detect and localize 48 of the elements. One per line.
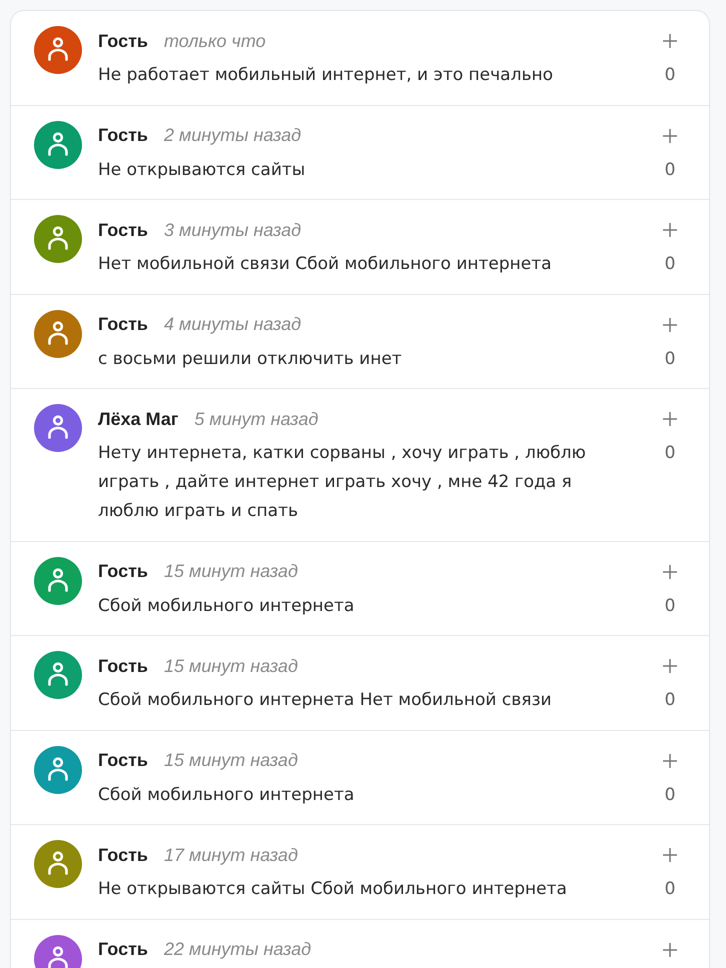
plus-icon[interactable] bbox=[663, 754, 677, 768]
vote-count: 0 bbox=[664, 594, 676, 618]
comment-text: Сбой мобильного интернета Нет мобильной связи bbox=[98, 689, 553, 712]
plus-icon[interactable] bbox=[663, 659, 677, 673]
comment-time: 3 минуты назад bbox=[164, 220, 302, 240]
comment-time: 22 минуты назад bbox=[164, 939, 312, 960]
plus-icon[interactable] bbox=[663, 34, 677, 48]
plus-icon[interactable] bbox=[663, 128, 677, 142]
comment-text: Не открываются сайты Сбой мобильного интернета bbox=[98, 878, 568, 901]
comment-time: 4 минуты назад bbox=[164, 314, 302, 335]
author-name: Лёха Маг bbox=[98, 408, 178, 430]
comment-time: 15 минут назад bbox=[164, 561, 298, 582]
comment-text: Нету интернета, катки сорваны , хочу играть , люблю играть , дайте интернет играть хочу , мне 42 года я люблю играть и спать bbox=[98, 442, 587, 523]
plus-icon[interactable] bbox=[663, 564, 677, 578]
plus-icon[interactable] bbox=[663, 318, 677, 332]
author-name: Гость bbox=[98, 561, 148, 582]
vote-count: 0 bbox=[664, 64, 676, 87]
comment-text: Нет мобильной связи Сбой мобильного интернета bbox=[98, 253, 553, 276]
comment-time: 2 минуты назад bbox=[164, 125, 302, 146]
author-name: Гость bbox=[98, 125, 148, 146]
plus-icon[interactable] bbox=[663, 848, 677, 862]
comment-time: 5 минут назад bbox=[194, 408, 318, 430]
author-name: Гость bbox=[98, 30, 148, 52]
author-name: Гость bbox=[98, 656, 148, 676]
comment-text: Не работает мобильный интернет, и это печально bbox=[98, 64, 554, 87]
vote-count: 0 bbox=[664, 158, 676, 182]
comment-text: с восьми решили отключить инет bbox=[98, 348, 403, 370]
vote-count: 0 bbox=[664, 253, 676, 276]
vote-count: 0 bbox=[664, 878, 676, 901]
comment-text: Не открываются сайты bbox=[98, 158, 306, 182]
comment-time: 15 минут назад bbox=[164, 750, 298, 771]
plus-icon[interactable] bbox=[663, 223, 677, 237]
vote-count: 0 bbox=[664, 784, 676, 806]
comment-time: только что bbox=[164, 30, 266, 52]
vote-count: 0 bbox=[664, 689, 676, 712]
author-name: Гость bbox=[98, 939, 148, 960]
vote-count: 0 bbox=[664, 348, 676, 370]
plus-icon[interactable] bbox=[663, 412, 677, 426]
plus-icon[interactable] bbox=[663, 942, 677, 956]
comment-text: Сбой мобильного интернета bbox=[98, 784, 356, 806]
comment-text: Сбой мобильного интернета bbox=[98, 594, 356, 618]
comment-time: 15 минут назад bbox=[164, 656, 298, 676]
author-name: Гость bbox=[98, 220, 148, 240]
vote-count: 0 bbox=[664, 442, 676, 465]
author-name: Гость bbox=[98, 844, 148, 866]
author-name: Гость bbox=[98, 314, 148, 335]
comment-time: 17 минут назад bbox=[164, 844, 298, 866]
author-name: Гость bbox=[98, 750, 148, 771]
